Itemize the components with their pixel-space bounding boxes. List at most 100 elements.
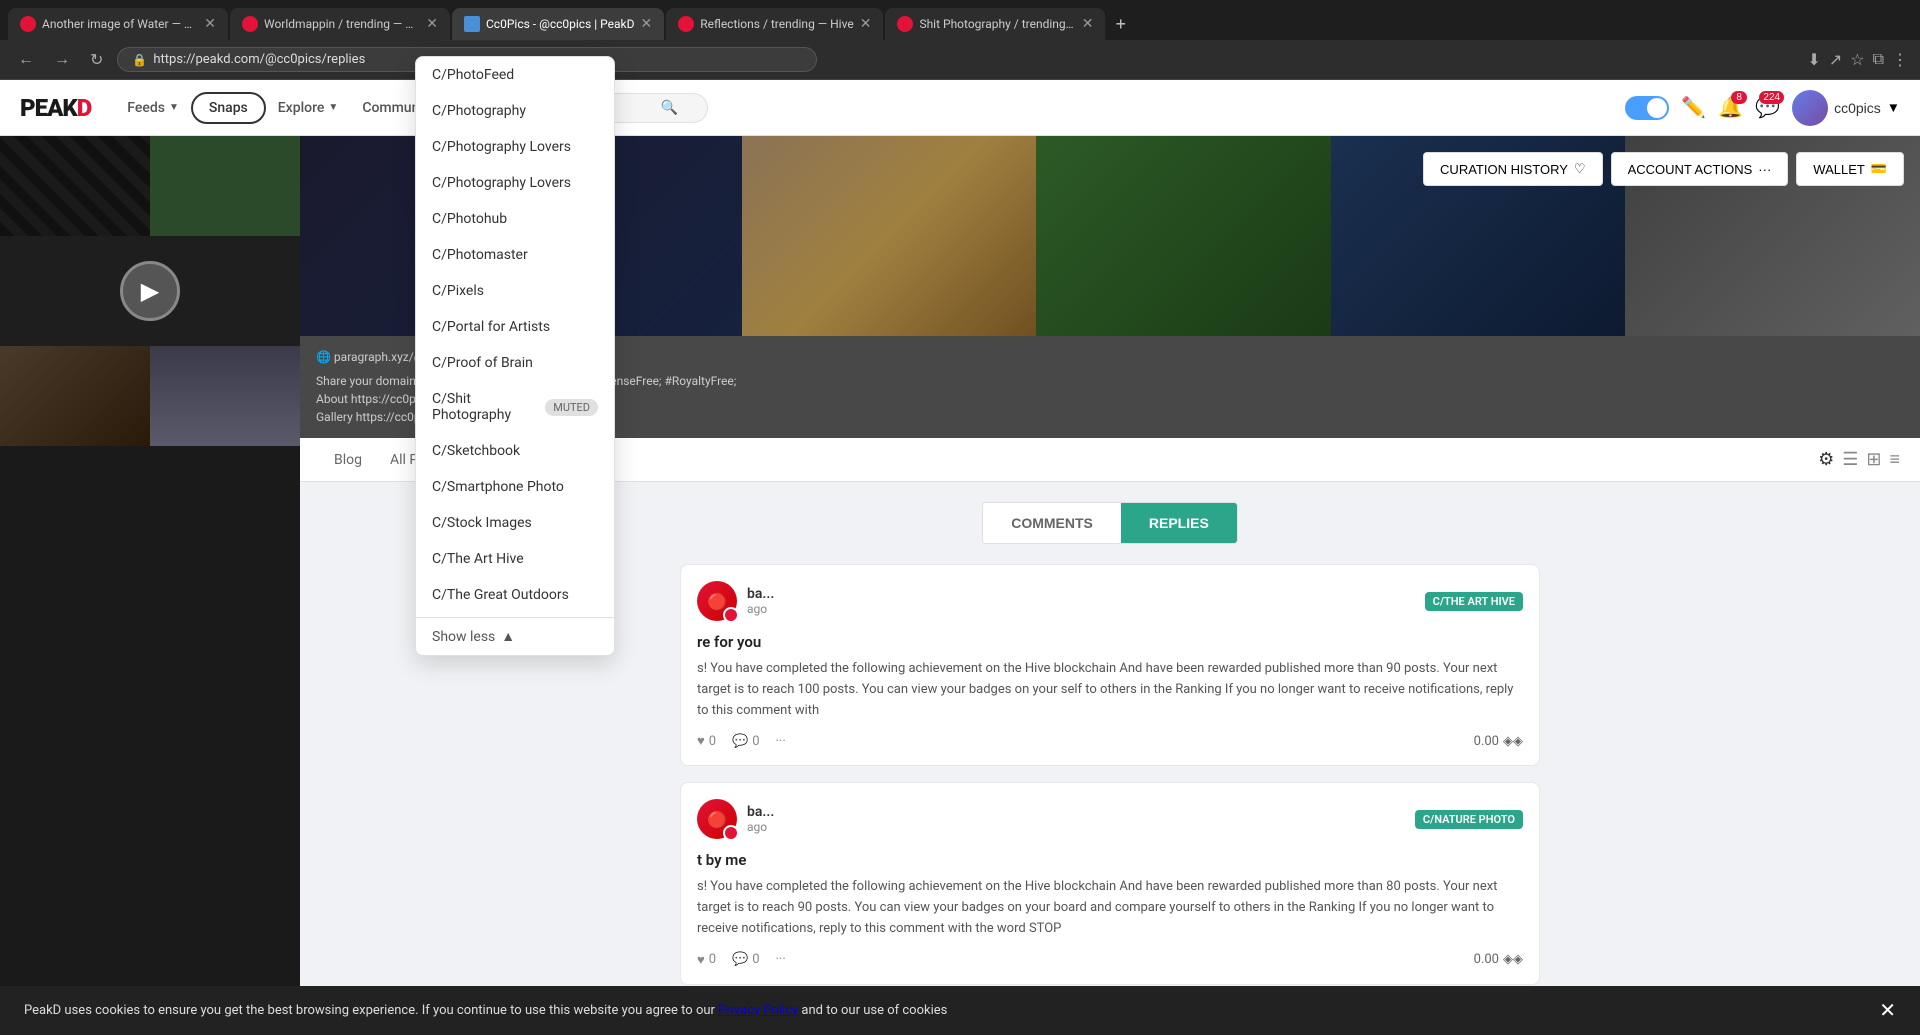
dropdown-item-photography[interactable]: C/Photography	[416, 93, 614, 129]
dropdown-label-photography-lovers-2: C/Photography Lovers	[432, 175, 571, 191]
dropdown-item-photomaster[interactable]: C/Photomaster	[416, 237, 614, 273]
new-tab-button[interactable]: +	[1107, 14, 1134, 35]
forward-button[interactable]: →	[48, 49, 76, 71]
dots-icon: ···	[1758, 162, 1771, 177]
show-less-label: Show less	[432, 629, 495, 645]
download-icon[interactable]: ⬇	[1807, 50, 1820, 70]
tab-close-3[interactable]: ✕	[641, 16, 653, 32]
tab-5[interactable]: Shit Photography / trending — ... ✕	[885, 8, 1105, 40]
comment-count-1: 0	[752, 734, 759, 749]
avatar-chevron: ▼	[1887, 100, 1900, 115]
privacy-policy-link[interactable]: Privacy Policy	[718, 1003, 798, 1018]
dropdown-item-sketchbook[interactable]: C/Sketchbook	[416, 433, 614, 469]
avatar-button[interactable]: cc0pics ▼	[1792, 90, 1900, 126]
avatar	[1792, 90, 1828, 126]
dropdown-item-photohub[interactable]: C/Photohub	[416, 201, 614, 237]
cookie-close-button[interactable]: ✕	[1879, 998, 1896, 1023]
heart-icon-2: ♥	[697, 952, 705, 968]
tab-2[interactable]: Worldmappin / trending — Hive ✕	[230, 8, 450, 40]
dropdown-label-sketchbook: C/Sketchbook	[432, 443, 520, 459]
explore-nav[interactable]: Explore ▼	[266, 80, 351, 136]
dropdown-item-photography-lovers-2[interactable]: C/Photography Lovers	[416, 165, 614, 201]
cover-image-1	[0, 136, 150, 236]
comment-action-1[interactable]: 💬 0	[732, 734, 760, 749]
communities-dropdown: C/PhotoFeed C/Photography C/Photography …	[415, 56, 615, 656]
snaps-nav[interactable]: Snaps	[191, 92, 266, 124]
dropdown-item-stock-images[interactable]: C/Stock Images	[416, 505, 614, 541]
extensions-icon[interactable]: ⧉	[1873, 51, 1884, 69]
comment-action-2[interactable]: 💬 0	[732, 952, 760, 967]
comment-actions-2: ♥ 0 💬 0 ···	[697, 952, 786, 968]
dropdown-item-shit-photography[interactable]: C/Shit Photography MUTED	[416, 381, 614, 433]
tab-close-2[interactable]: ✕	[426, 16, 438, 32]
wallet-icon: 💳	[1871, 161, 1887, 177]
dropdown-item-smartphone[interactable]: C/Smartphone Photo	[416, 469, 614, 505]
more-action-1[interactable]: ···	[776, 734, 786, 749]
tab-1[interactable]: Another image of Water — Hive ✕	[8, 8, 228, 40]
header-image-2	[742, 136, 1037, 336]
logo-accent: D	[77, 94, 92, 122]
comment-actions-1: ♥ 0 💬 0 ···	[697, 733, 786, 749]
replies-tab[interactable]: REPLIES	[1121, 503, 1237, 543]
comment-value-1: 0.00 ◈◈	[1474, 734, 1523, 749]
list-view-button[interactable]: ☰	[1842, 449, 1858, 470]
hive-token-icon-2: ◈◈	[1503, 952, 1523, 967]
theme-toggle[interactable]	[1625, 96, 1669, 120]
tab-close-5[interactable]: ✕	[1082, 16, 1094, 32]
community-tag-2[interactable]: C/NATURE PHOTO	[1415, 810, 1523, 829]
like-count-1: 0	[709, 734, 716, 749]
community-tag-1[interactable]: C/THE ART HIVE	[1425, 592, 1523, 611]
comment-title-2: t by me	[697, 851, 1523, 869]
comments-section: COMMENTS REPLIES 🔴 ba... ag	[660, 482, 1560, 1035]
more-action-2[interactable]: ···	[776, 952, 786, 967]
notifications-button[interactable]: 🔔 8	[1718, 95, 1743, 120]
dropdown-item-proof-of-brain[interactable]: C/Proof of Brain	[416, 345, 614, 381]
share-icon[interactable]: ↗	[1829, 50, 1842, 70]
comment-body-2: s! You have completed the following achi…	[697, 877, 1523, 939]
logo[interactable]: PEAKD	[20, 94, 91, 122]
back-button[interactable]: ←	[12, 49, 40, 71]
account-actions-button[interactable]: ACCOUNT ACTIONS ···	[1611, 152, 1789, 186]
tab-favicon-1	[20, 16, 36, 32]
hive-badge-1	[723, 607, 739, 623]
grid-view-button[interactable]: ⊞	[1866, 449, 1881, 470]
heart-icon-1: ♥	[697, 733, 705, 749]
feeds-label: Feeds	[127, 100, 165, 116]
lock-icon: 🔒	[132, 53, 147, 67]
comment-value-2: 0.00 ◈◈	[1474, 952, 1523, 967]
filter-button[interactable]: ⚙	[1818, 449, 1834, 470]
like-count-2: 0	[709, 952, 716, 967]
cover-image-4	[0, 346, 150, 446]
sub-nav-blog[interactable]: Blog	[320, 438, 376, 482]
messages-button[interactable]: 💬 224	[1755, 95, 1780, 120]
curation-history-button[interactable]: CURATION HISTORY ♡	[1423, 152, 1603, 186]
dropdown-label-photography: C/Photography	[432, 103, 526, 119]
dropdown-item-portal[interactable]: C/Portal for Artists	[416, 309, 614, 345]
comments-tab[interactable]: COMMENTS	[983, 503, 1121, 543]
refresh-button[interactable]: ↻	[84, 48, 109, 72]
dropdown-item-photofeed[interactable]: C/PhotoFeed	[416, 57, 614, 93]
feeds-nav[interactable]: Feeds ▼	[115, 80, 191, 136]
dropdown-footer[interactable]: Show less ▲	[416, 617, 614, 655]
dropdown-scroll[interactable]: C/PhotoFeed C/Photography C/Photography …	[416, 57, 614, 617]
tab-close-1[interactable]: ✕	[204, 16, 216, 32]
dropdown-item-photography-lovers-1[interactable]: C/Photography Lovers	[416, 129, 614, 165]
dropdown-item-art-hive[interactable]: C/The Art Hive	[416, 541, 614, 577]
like-action-1[interactable]: ♥ 0	[697, 733, 716, 749]
edit-button[interactable]: ✏️	[1681, 95, 1706, 120]
tab-3[interactable]: Cc0Pics - @cc0pics | PeakD ✕	[452, 8, 664, 40]
wallet-button[interactable]: WALLET 💳	[1796, 152, 1904, 186]
like-action-2[interactable]: ♥ 0	[697, 952, 716, 968]
comment-card-1: 🔴 ba... ago C/THE ART HIVE re for you s!…	[680, 564, 1540, 766]
detail-view-button[interactable]: ≡	[1889, 449, 1900, 470]
feeds-chevron: ▼	[169, 102, 179, 113]
dropdown-item-great-outdoors[interactable]: C/The Great Outdoors	[416, 577, 614, 613]
menu-icon[interactable]: ⋮	[1892, 50, 1908, 70]
bookmark-icon[interactable]: ☆	[1850, 50, 1864, 70]
comment-icon-2: 💬	[732, 952, 748, 967]
dropdown-label-stock-images: C/Stock Images	[432, 515, 532, 531]
tab-close-4[interactable]: ✕	[860, 16, 872, 32]
dropdown-item-pixels[interactable]: C/Pixels	[416, 273, 614, 309]
dropdown-label-great-outdoors: C/The Great Outdoors	[432, 587, 569, 603]
tab-4[interactable]: Reflections / trending — Hive ✕	[666, 8, 883, 40]
